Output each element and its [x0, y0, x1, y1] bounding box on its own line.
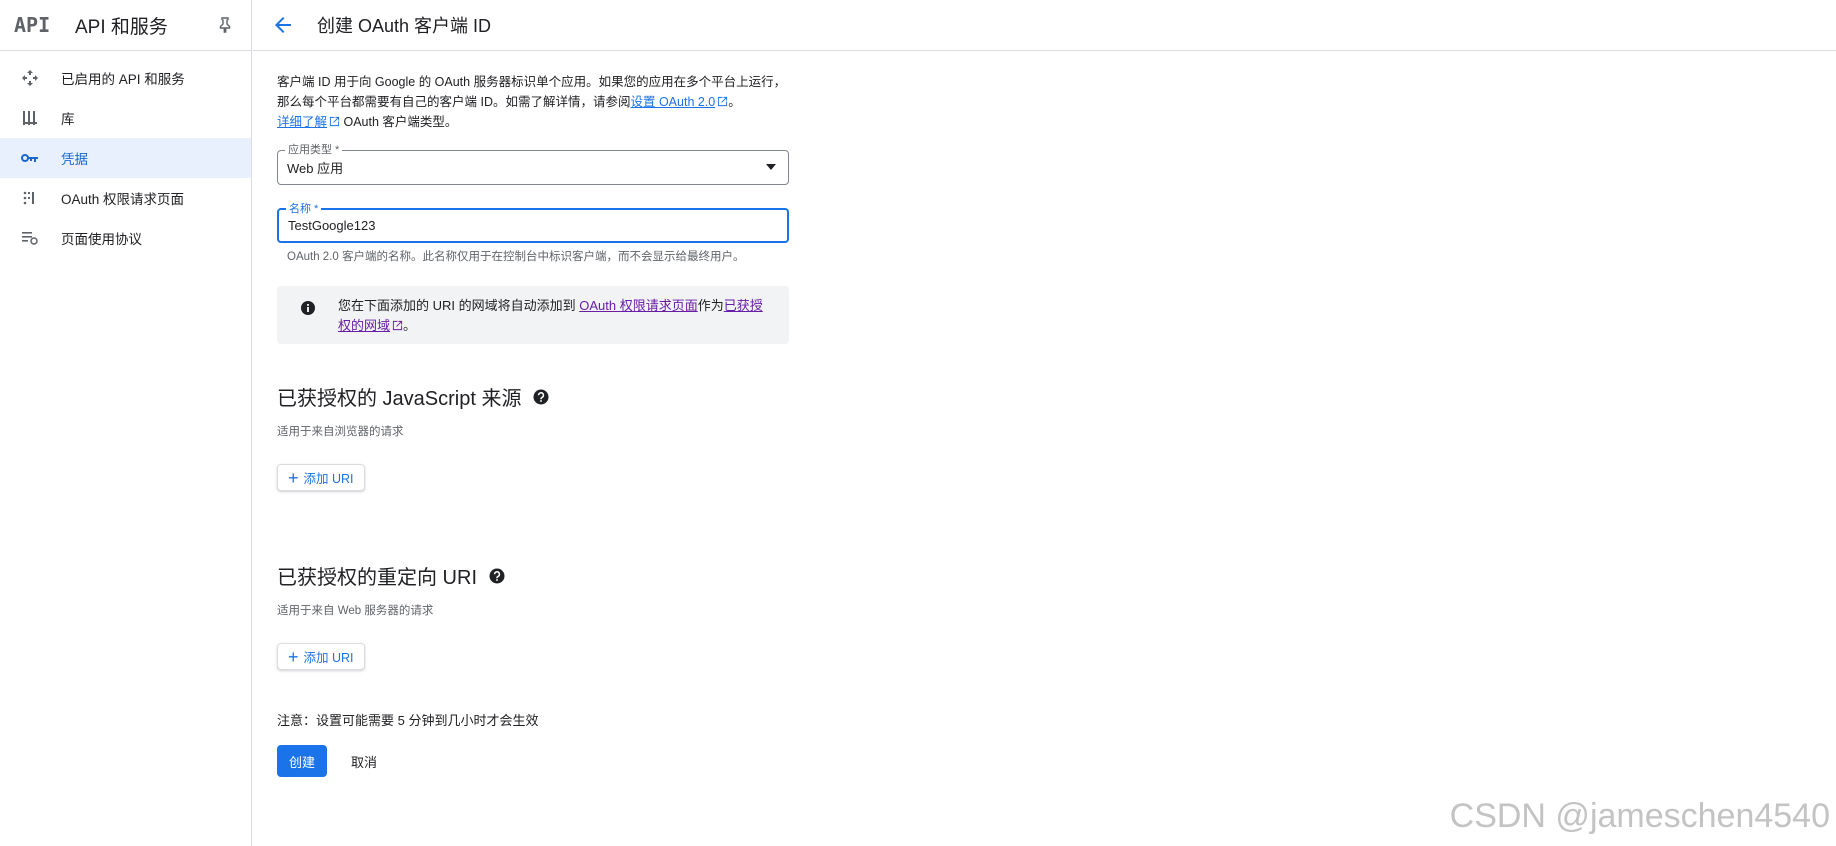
- api-logo: API: [14, 13, 51, 37]
- redirect-uris-title: 已获授权的重定向 URI: [277, 567, 477, 589]
- oauth-consent-icon: [20, 188, 40, 208]
- sidebar-item-oauth-consent[interactable]: OAuth 权限请求页面: [0, 178, 251, 218]
- add-uri-label: 添加 URI: [303, 651, 354, 665]
- page-usage-icon: [20, 228, 40, 248]
- sidebar-header: API API 和服务: [0, 0, 251, 51]
- info-text-part: 。: [403, 318, 417, 333]
- main-content: 客户端 ID 用于向 Google 的 OAuth 服务器标识单个应用。如果您的…: [277, 72, 789, 777]
- add-uri-label: 添加 URI: [303, 472, 354, 486]
- watermark: CSDN @jameschen4540: [1449, 797, 1830, 835]
- name-input[interactable]: [288, 218, 787, 233]
- intro-text-part: OAuth 客户端类型。: [340, 115, 458, 129]
- form-actions: 创建 取消: [277, 745, 789, 777]
- top-bar: 创建 OAuth 客户端 ID: [253, 0, 1836, 51]
- help-icon[interactable]: [533, 389, 549, 405]
- library-icon: [20, 108, 40, 128]
- settings-note: 注意：设置可能需要 5 分钟到几小时才会生效: [277, 713, 539, 728]
- sidebar-item-library[interactable]: 库: [0, 98, 251, 138]
- info-text: 您在下面添加的 URI 的网域将自动添加到 OAuth 权限请求页面作为已获授权…: [338, 296, 769, 336]
- sidebar-item-enabled-apis[interactable]: 已启用的 API 和服务: [0, 58, 251, 98]
- info-box: 您在下面添加的 URI 的网域将自动添加到 OAuth 权限请求页面作为已获授权…: [277, 286, 789, 344]
- js-origins-heading: 已获授权的 JavaScript 来源: [277, 382, 789, 411]
- redirect-uris-subtitle: 适用于来自 Web 服务器的请求: [277, 605, 434, 617]
- diamond-arrows-icon: [20, 68, 40, 88]
- sidebar-item-page-usage[interactable]: 页面使用协议: [0, 218, 251, 258]
- sidebar-item-label: 已启用的 API 和服务: [61, 72, 185, 87]
- sidebar-item-credentials[interactable]: 凭据: [0, 138, 251, 178]
- key-icon: [20, 148, 40, 168]
- redirect-uris-heading: 已获授权的重定向 URI: [277, 561, 789, 590]
- help-icon[interactable]: [489, 568, 505, 584]
- plus-icon: +: [288, 646, 299, 667]
- pin-icon[interactable]: [215, 15, 235, 35]
- setup-oauth-link[interactable]: 设置 OAuth 2.0: [630, 95, 715, 109]
- sidebar: API API 和服务 已启用的 API 和服务 库 凭据 OAuth 权限请求…: [0, 0, 252, 846]
- info-icon: [301, 301, 315, 315]
- app-type-label: 应用类型 *: [285, 143, 343, 157]
- name-label: 名称 *: [286, 202, 322, 216]
- oauth-consent-link[interactable]: OAuth 权限请求页面: [579, 298, 697, 313]
- external-link-icon: [718, 96, 728, 107]
- info-text-part: 作为: [697, 298, 724, 313]
- add-redirect-uri-button[interactable]: + 添加 URI: [277, 643, 365, 670]
- sidebar-item-label: OAuth 权限请求页面: [61, 192, 185, 207]
- name-field[interactable]: 名称 *: [277, 202, 789, 243]
- name-hint: OAuth 2.0 客户端的名称。此名称仅用于在控制台中标识客户端，而不会显示给…: [287, 251, 745, 263]
- back-arrow-icon[interactable]: [271, 13, 295, 37]
- add-js-origin-button[interactable]: + 添加 URI: [277, 464, 365, 491]
- info-text-part: 您在下面添加的 URI 的网域将自动添加到: [338, 298, 580, 313]
- learn-more-link[interactable]: 详细了解: [277, 115, 327, 129]
- intro-text: 客户端 ID 用于向 Google 的 OAuth 服务器标识单个应用。如果您的…: [277, 72, 789, 132]
- app-type-select[interactable]: 应用类型 * Web 应用: [277, 143, 789, 185]
- page-title: 创建 OAuth 客户端 ID: [317, 16, 492, 36]
- app-type-value: Web 应用: [287, 161, 344, 176]
- sidebar-nav: 已启用的 API 和服务 库 凭据 OAuth 权限请求页面 页面使用协议: [0, 51, 251, 258]
- external-link-icon: [329, 116, 340, 127]
- cancel-button[interactable]: 取消: [339, 745, 389, 777]
- js-origins-subtitle: 适用于来自浏览器的请求: [277, 426, 404, 438]
- intro-text-part: 。: [728, 95, 741, 109]
- sidebar-item-label: 凭据: [61, 152, 88, 167]
- sidebar-item-label: 页面使用协议: [61, 232, 142, 247]
- dropdown-caret-icon: [766, 164, 776, 170]
- plus-icon: +: [288, 467, 299, 488]
- js-origins-title: 已获授权的 JavaScript 来源: [277, 388, 522, 410]
- sidebar-item-label: 库: [61, 112, 75, 127]
- external-link-icon: [392, 320, 403, 331]
- create-button[interactable]: 创建: [277, 745, 328, 777]
- sidebar-title: API 和服务: [75, 16, 168, 38]
